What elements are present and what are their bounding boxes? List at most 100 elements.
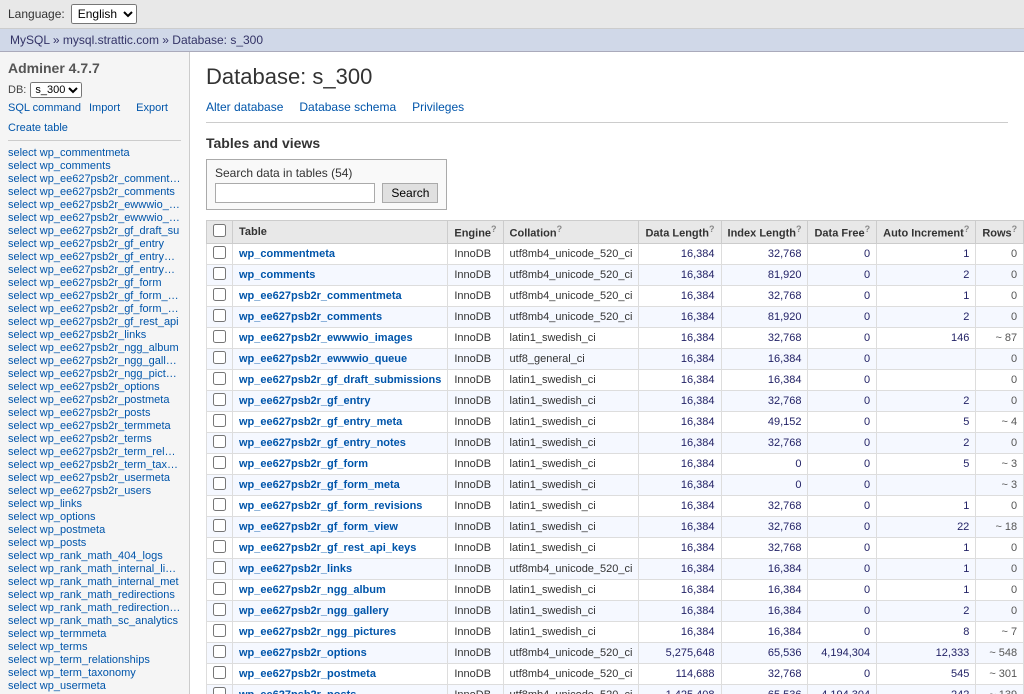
- nav-link[interactable]: select wp_termmeta: [8, 628, 181, 640]
- import-link[interactable]: Import: [89, 102, 120, 114]
- row-checkbox[interactable]: [213, 351, 226, 364]
- nav-link[interactable]: select wp_comments: [8, 160, 181, 172]
- row-checkbox[interactable]: [213, 288, 226, 301]
- table-link[interactable]: wp_ee627psb2r_commentmeta: [239, 290, 402, 302]
- nav-link[interactable]: select wp_ee627psb2r_ngg_pictures: [8, 368, 181, 380]
- table-link[interactable]: wp_ee627psb2r_posts: [239, 689, 356, 694]
- nav-link[interactable]: select wp_ee627psb2r_term_taxono: [8, 459, 181, 471]
- table-link[interactable]: wp_ee627psb2r_gf_form_revisions: [239, 500, 422, 512]
- nav-link[interactable]: select wp_ee627psb2r_gf_entry_me: [8, 251, 181, 263]
- nav-link[interactable]: select wp_ee627psb2r_gf_rest_api: [8, 316, 181, 328]
- nav-link[interactable]: select wp_ee627psb2r_termmeta: [8, 420, 181, 432]
- nav-link[interactable]: select wp_options: [8, 511, 181, 523]
- table-link[interactable]: wp_ee627psb2r_postmeta: [239, 668, 376, 680]
- nav-link[interactable]: select wp_ee627psb2r_ngg_gallery: [8, 355, 181, 367]
- nav-link[interactable]: select wp_ee627psb2r_gf_form_me: [8, 290, 181, 302]
- nav-link[interactable]: select wp_ee627psb2r_posts: [8, 407, 181, 419]
- table-link[interactable]: wp_ee627psb2r_links: [239, 563, 352, 575]
- nav-link[interactable]: select wp_ee627psb2r_ngg_album: [8, 342, 181, 354]
- table-link[interactable]: wp_ee627psb2r_gf_draft_submissions: [239, 374, 441, 386]
- row-checkbox[interactable]: [213, 666, 226, 679]
- table-link[interactable]: wp_ee627psb2r_ngg_pictures: [239, 626, 396, 638]
- table-link[interactable]: wp_ee627psb2r_gf_entry: [239, 395, 370, 407]
- nav-link[interactable]: select wp_ee627psb2r_options: [8, 381, 181, 393]
- row-checkbox[interactable]: [213, 456, 226, 469]
- table-link[interactable]: wp_ee627psb2r_comments: [239, 311, 382, 323]
- table-link[interactable]: wp_ee627psb2r_gf_form_meta: [239, 479, 400, 491]
- row-checkbox[interactable]: [213, 372, 226, 385]
- sql-command-link[interactable]: SQL command: [8, 102, 81, 114]
- nav-link[interactable]: select wp_ee627psb2r_ewwwio_quo: [8, 212, 181, 224]
- nav-link[interactable]: select wp_ee627psb2r_gf_form: [8, 277, 181, 289]
- table-link[interactable]: wp_ee627psb2r_ewwwio_images: [239, 332, 413, 344]
- nav-link[interactable]: select wp_ee627psb2r_usermeta: [8, 472, 181, 484]
- nav-link[interactable]: select wp_term_taxonomy: [8, 667, 181, 679]
- nav-link[interactable]: select wp_ee627psb2r_comments: [8, 186, 181, 198]
- create-table-link[interactable]: Create table: [8, 122, 68, 134]
- row-checkbox[interactable]: [213, 645, 226, 658]
- nav-link[interactable]: select wp_ee627psb2r_terms: [8, 433, 181, 445]
- nav-link[interactable]: select wp_ee627psb2r_gf_entry_no: [8, 264, 181, 276]
- row-checkbox[interactable]: [213, 582, 226, 595]
- table-link[interactable]: wp_ee627psb2r_options: [239, 647, 367, 659]
- export-link[interactable]: Export: [136, 102, 168, 114]
- row-checkbox[interactable]: [213, 246, 226, 259]
- nav-link[interactable]: select wp_term_relationships: [8, 654, 181, 666]
- nav-link[interactable]: select wp_rank_math_redirections: [8, 589, 181, 601]
- table-link[interactable]: wp_ee627psb2r_gf_rest_api_keys: [239, 542, 416, 554]
- row-checkbox[interactable]: [213, 624, 226, 637]
- breadcrumb-mysql[interactable]: MySQL: [10, 33, 50, 47]
- db-select[interactable]: s_300: [30, 82, 82, 98]
- nav-link[interactable]: select wp_posts: [8, 537, 181, 549]
- nav-link[interactable]: select wp_ee627psb2r_ewwwio_ima: [8, 199, 181, 211]
- nav-link[interactable]: select wp_ee627psb2r_gf_form_rev: [8, 303, 181, 315]
- nav-link[interactable]: select wp_rank_math_sc_analytics: [8, 615, 181, 627]
- alter-database-link[interactable]: Alter database: [206, 100, 283, 114]
- nav-link[interactable]: select wp_commentmeta: [8, 147, 181, 159]
- nav-link[interactable]: select wp_ee627psb2r_postmeta: [8, 394, 181, 406]
- table-link[interactable]: wp_ee627psb2r_ewwwio_queue: [239, 353, 407, 365]
- nav-link[interactable]: select wp_usermeta: [8, 680, 181, 692]
- row-checkbox[interactable]: [213, 435, 226, 448]
- nav-link[interactable]: select wp_links: [8, 498, 181, 510]
- search-button[interactable]: Search: [382, 183, 438, 203]
- nav-link[interactable]: select wp_ee627psb2r_users: [8, 485, 181, 497]
- nav-link[interactable]: select wp_rank_math_internal_met: [8, 576, 181, 588]
- table-link[interactable]: wp_ee627psb2r_gf_form_view: [239, 521, 398, 533]
- row-checkbox[interactable]: [213, 393, 226, 406]
- row-checkbox[interactable]: [213, 603, 226, 616]
- select-all-checkbox[interactable]: [213, 224, 226, 237]
- language-select[interactable]: English: [71, 4, 137, 24]
- nav-link[interactable]: select wp_rank_math_404_logs: [8, 550, 181, 562]
- nav-link[interactable]: select wp_ee627psb2r_links: [8, 329, 181, 341]
- nav-link[interactable]: select wp_rank_math_internal_links: [8, 563, 181, 575]
- privileges-link[interactable]: Privileges: [412, 100, 464, 114]
- row-checkbox[interactable]: [213, 477, 226, 490]
- row-checkbox[interactable]: [213, 561, 226, 574]
- database-schema-link[interactable]: Database schema: [299, 100, 396, 114]
- nav-link[interactable]: select wp_ee627psb2r_term_relatio: [8, 446, 181, 458]
- nav-link[interactable]: select wp_rank_math_redirections_: [8, 602, 181, 614]
- nav-link[interactable]: select wp_ee627psb2r_commentme: [8, 173, 181, 185]
- row-checkbox[interactable]: [213, 309, 226, 322]
- table-link[interactable]: wp_ee627psb2r_gf_entry_notes: [239, 437, 406, 449]
- row-checkbox[interactable]: [213, 540, 226, 553]
- table-link[interactable]: wp_ee627psb2r_ngg_album: [239, 584, 386, 596]
- row-checkbox[interactable]: [213, 687, 226, 694]
- nav-link[interactable]: select wp_postmeta: [8, 524, 181, 536]
- row-checkbox[interactable]: [213, 498, 226, 511]
- nav-link[interactable]: select wp_terms: [8, 641, 181, 653]
- row-checkbox[interactable]: [213, 330, 226, 343]
- table-link[interactable]: wp_ee627psb2r_gf_entry_meta: [239, 416, 402, 428]
- nav-link[interactable]: select wp_ee627psb2r_gf_entry: [8, 238, 181, 250]
- table-link[interactable]: wp_ee627psb2r_gf_form: [239, 458, 368, 470]
- table-link[interactable]: wp_ee627psb2r_ngg_gallery: [239, 605, 389, 617]
- row-checkbox[interactable]: [213, 414, 226, 427]
- table-link[interactable]: wp_commentmeta: [239, 248, 335, 260]
- nav-link[interactable]: select wp_ee627psb2r_gf_draft_su: [8, 225, 181, 237]
- row-checkbox[interactable]: [213, 267, 226, 280]
- table-link[interactable]: wp_comments: [239, 269, 315, 281]
- row-checkbox[interactable]: [213, 519, 226, 532]
- search-input[interactable]: [215, 183, 375, 203]
- breadcrumb-host[interactable]: mysql.strattic.com: [63, 33, 159, 47]
